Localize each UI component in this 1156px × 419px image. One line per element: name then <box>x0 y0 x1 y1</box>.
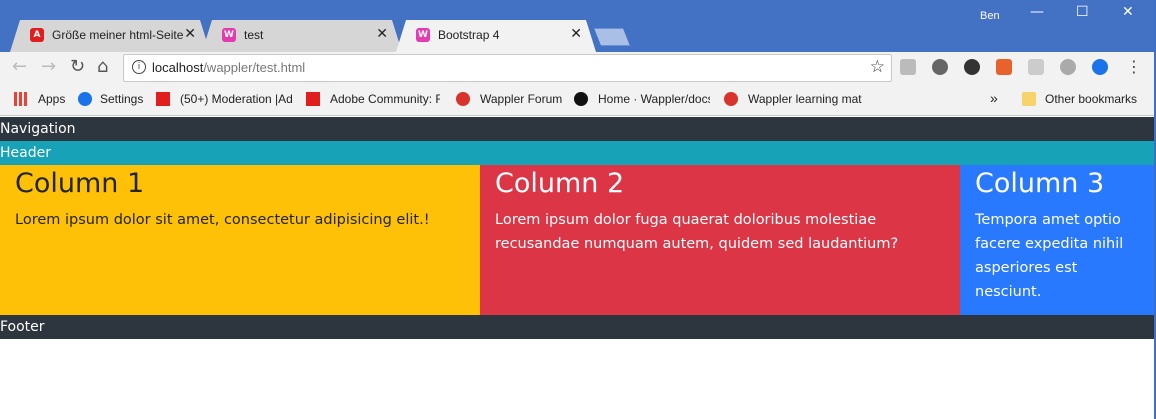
adobe-icon <box>306 92 320 106</box>
extension-icon[interactable] <box>1092 59 1108 75</box>
column-title: Column 1 <box>15 168 145 199</box>
bookmark-apps[interactable]: Apps <box>38 92 65 106</box>
bookmarks-bar: Apps Settings (50+) Moderation |Ad Adobe… <box>0 84 1154 116</box>
gear-extension-icon[interactable] <box>932 59 948 75</box>
adobe-icon <box>156 92 170 106</box>
more-bookmarks-icon[interactable]: » <box>990 90 998 106</box>
minimize-icon[interactable]: — <box>1030 4 1044 20</box>
browser-window: A Größe meiner html-Seite ✕ W test ✕ W B… <box>0 0 1156 419</box>
apps-grid-icon <box>14 92 28 106</box>
column-1: Column 1 Lorem ipsum dolor sit amet, con… <box>0 165 480 315</box>
info-icon[interactable]: i <box>132 60 146 74</box>
extension-icon[interactable] <box>1028 59 1044 75</box>
new-tab-button[interactable] <box>594 28 630 46</box>
maximize-icon[interactable]: ☐ <box>1076 4 1089 20</box>
url-path: /wappler/test.html <box>203 60 306 75</box>
folder-icon <box>1022 92 1036 106</box>
url-host: localhost <box>152 60 204 75</box>
bookmark-moderation[interactable]: (50+) Moderation |Ad <box>180 92 292 106</box>
column-2: Column 2 Lorem ipsum dolor fuga quaerat … <box>480 165 960 315</box>
wappler-icon: W <box>222 28 236 42</box>
github-icon <box>574 92 588 106</box>
title-bar: A Größe meiner html-Seite ✕ W test ✕ W B… <box>0 0 1154 52</box>
page-viewport: Navigation Header Column 1 Lorem ipsum d… <box>0 117 1154 419</box>
bookmark-github-docs[interactable]: Home · Wappler/docs <box>598 92 710 106</box>
tab-test[interactable]: W test ✕ <box>202 20 402 52</box>
back-icon[interactable]: ← <box>12 56 27 77</box>
other-bookmarks[interactable]: Other bookmarks <box>1045 92 1137 106</box>
reload-icon[interactable]: ↻ <box>70 56 85 77</box>
column-text: Lorem ipsum dolor fuga quaerat doloribus… <box>495 212 899 253</box>
camera-icon[interactable] <box>900 59 916 75</box>
star-icon[interactable]: ☆ <box>870 57 885 77</box>
wappler-icon: W <box>416 28 430 42</box>
bookmark-wappler-forum[interactable]: Wappler Forum <box>480 92 562 106</box>
bookmark-settings[interactable]: Settings <box>100 92 143 106</box>
tab-grosse[interactable]: A Größe meiner html-Seite ✕ <box>10 20 210 52</box>
close-icon[interactable]: ✕ <box>570 26 582 42</box>
column-text: Lorem ipsum dolor sit amet, consectetur … <box>15 212 430 229</box>
wappler-icon <box>456 92 470 106</box>
extension-icon[interactable] <box>996 59 1012 75</box>
forward-icon[interactable]: → <box>41 56 56 77</box>
column-text: Tempora amet optio facere expedita nihil… <box>975 212 1124 301</box>
column-3: Column 3 Tempora amet optio facere exped… <box>960 165 1154 315</box>
profile-name[interactable]: Ben <box>980 10 1000 22</box>
tab-bootstrap[interactable]: W Bootstrap 4 ✕ <box>396 20 596 52</box>
tab-title: test <box>244 28 264 42</box>
adobe-icon: A <box>30 28 44 42</box>
close-icon[interactable]: ✕ <box>184 26 196 42</box>
page-header: Header <box>0 141 1154 165</box>
wappler-icon <box>724 92 738 106</box>
menu-icon[interactable]: ⋮ <box>1126 57 1142 76</box>
gear-icon <box>78 92 92 106</box>
page-footer: Footer <box>0 315 1154 339</box>
bookmark-adobe-community[interactable]: Adobe Community: F <box>330 92 440 106</box>
extension-icon[interactable] <box>964 59 980 75</box>
extension-icon[interactable] <box>1060 59 1076 75</box>
bookmark-wappler-learning[interactable]: Wappler learning mat <box>748 92 862 106</box>
url-text: localhost/wappler/test.html <box>152 60 305 75</box>
column-title: Column 3 <box>975 168 1105 199</box>
tab-title: Größe meiner html-Seite <box>52 28 184 42</box>
window-close-icon[interactable]: ✕ <box>1122 4 1134 20</box>
tab-title: Bootstrap 4 <box>438 28 500 42</box>
address-bar[interactable]: i localhost/wappler/test.html ☆ <box>123 54 892 82</box>
column-title: Column 2 <box>495 168 625 199</box>
page-navigation: Navigation <box>0 117 1154 141</box>
close-icon[interactable]: ✕ <box>376 26 388 42</box>
toolbar: ← → ↻ ⌂ i localhost/wappler/test.html ☆ … <box>0 52 1154 84</box>
home-icon[interactable]: ⌂ <box>97 56 108 77</box>
